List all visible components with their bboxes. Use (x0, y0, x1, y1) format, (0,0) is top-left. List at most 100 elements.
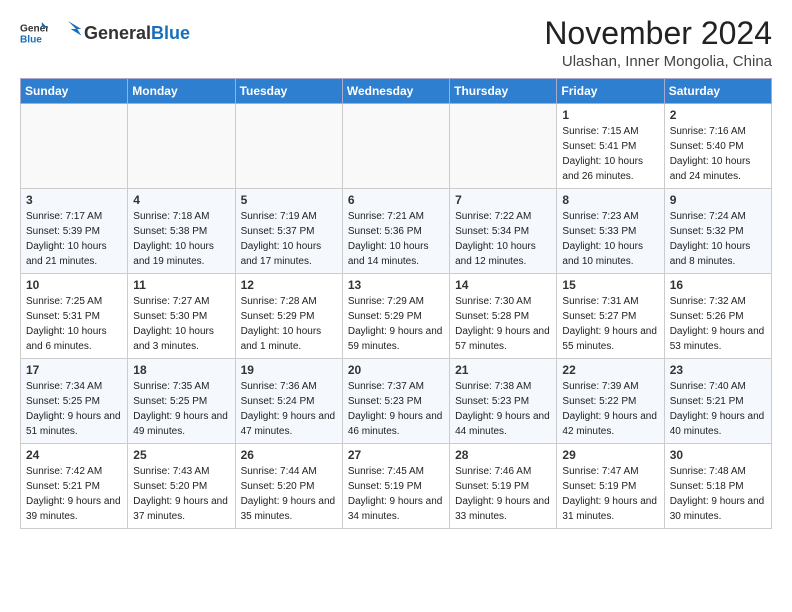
calendar-cell: 15 Sunrise: 7:31 AM Sunset: 5:27 PM Dayli… (557, 274, 664, 359)
weekday-header-saturday: Saturday (664, 79, 771, 104)
calendar-cell: 9 Sunrise: 7:24 AM Sunset: 5:32 PM Daylig… (664, 189, 771, 274)
day-info: Sunrise: 7:42 AM Sunset: 5:21 PM Dayligh… (26, 464, 122, 524)
calendar-week-row: 17Sunrise: 7:34 AM Sunset: 5:25 PM Dayli… (21, 359, 772, 444)
calendar-cell: 16Sunrise: 7:32 AM Sunset: 5:26 PM Dayli… (664, 274, 771, 359)
day-number: 29 (562, 448, 658, 462)
weekday-header-tuesday: Tuesday (235, 79, 342, 104)
day-info: Sunrise: 7:31 AM Sunset: 5:27 PM Dayligh… (562, 294, 658, 354)
day-info: Sunrise: 7:45 AM Sunset: 5:19 PM Dayligh… (348, 464, 444, 524)
day-info: Sunrise: 7:43 AM Sunset: 5:20 PM Dayligh… (133, 464, 229, 524)
calendar-cell (21, 104, 128, 189)
day-info: Sunrise: 7:25 AM Sunset: 5:31 PM Dayligh… (26, 294, 122, 354)
weekday-header-friday: Friday (557, 79, 664, 104)
day-info: Sunrise: 7:30 AM Sunset: 5:28 PM Dayligh… (455, 294, 551, 354)
calendar-cell: 28 Sunrise: 7:46 AM Sunset: 5:19 PM Dayli… (450, 444, 557, 529)
day-info: Sunrise: 7:15 AM Sunset: 5:41 PM Dayligh… (562, 124, 658, 184)
day-info: Sunrise: 7:40 AM Sunset: 5:21 PM Dayligh… (670, 379, 766, 439)
calendar-cell: 5 Sunrise: 7:19 AM Sunset: 5:37 PM Daylig… (235, 189, 342, 274)
day-info: Sunrise: 7:16 AM Sunset: 5:40 PM Dayligh… (670, 124, 766, 184)
location-title: Ulashan, Inner Mongolia, China (544, 53, 772, 70)
day-info: Sunrise: 7:22 AM Sunset: 5:34 PM Dayligh… (455, 209, 551, 269)
day-info: Sunrise: 7:44 AM Sunset: 5:20 PM Dayligh… (241, 464, 337, 524)
calendar-cell: 20 Sunrise: 7:37 AM Sunset: 5:23 PM Dayli… (342, 359, 449, 444)
day-number: 2 (670, 108, 766, 122)
day-number: 26 (241, 448, 337, 462)
day-number: 14 (455, 278, 551, 292)
day-info: Sunrise: 7:23 AM Sunset: 5:33 PM Dayligh… (562, 209, 658, 269)
day-number: 4 (133, 193, 229, 207)
calendar-cell: 6Sunrise: 7:21 AM Sunset: 5:36 PM Daylig… (342, 189, 449, 274)
day-number: 21 (455, 363, 551, 377)
calendar-table: SundayMondayTuesdayWednesdayThursdayFrid… (20, 78, 772, 529)
day-info: Sunrise: 7:38 AM Sunset: 5:23 PM Dayligh… (455, 379, 551, 439)
day-number: 5 (241, 193, 337, 207)
day-number: 6 (348, 193, 444, 207)
logo-bird-icon (52, 16, 84, 50)
title-area: November 2024 Ulashan, Inner Mongolia, C… (544, 16, 772, 70)
calendar-cell: 7Sunrise: 7:22 AM Sunset: 5:34 PM Daylig… (450, 189, 557, 274)
day-info: Sunrise: 7:18 AM Sunset: 5:38 PM Dayligh… (133, 209, 229, 269)
day-number: 23 (670, 363, 766, 377)
calendar-cell: 13 Sunrise: 7:29 AM Sunset: 5:29 PM Dayli… (342, 274, 449, 359)
calendar-cell: 27 Sunrise: 7:45 AM Sunset: 5:19 PM Dayli… (342, 444, 449, 529)
day-number: 13 (348, 278, 444, 292)
calendar-week-row: 10 Sunrise: 7:25 AM Sunset: 5:31 PM Dayli… (21, 274, 772, 359)
calendar-cell: 11 Sunrise: 7:27 AM Sunset: 5:30 PM Dayli… (128, 274, 235, 359)
day-number: 9 (670, 193, 766, 207)
day-info: Sunrise: 7:35 AM Sunset: 5:25 PM Dayligh… (133, 379, 229, 439)
day-number: 15 (562, 278, 658, 292)
calendar-cell: 24 Sunrise: 7:42 AM Sunset: 5:21 PM Dayli… (21, 444, 128, 529)
day-info: Sunrise: 7:24 AM Sunset: 5:32 PM Dayligh… (670, 209, 766, 269)
calendar-cell: 30 Sunrise: 7:48 AM Sunset: 5:18 PM Dayli… (664, 444, 771, 529)
logo-general-text: General (84, 24, 151, 42)
day-info: Sunrise: 7:27 AM Sunset: 5:30 PM Dayligh… (133, 294, 229, 354)
calendar-cell: 2 Sunrise: 7:16 AM Sunset: 5:40 PM Daylig… (664, 104, 771, 189)
calendar-cell: 10 Sunrise: 7:25 AM Sunset: 5:31 PM Dayli… (21, 274, 128, 359)
svg-text:Blue: Blue (20, 34, 42, 45)
calendar-cell (450, 104, 557, 189)
calendar-cell: 26 Sunrise: 7:44 AM Sunset: 5:20 PM Dayli… (235, 444, 342, 529)
day-number: 24 (26, 448, 122, 462)
day-number: 11 (133, 278, 229, 292)
month-title: November 2024 (544, 16, 772, 51)
day-info: Sunrise: 7:19 AM Sunset: 5:37 PM Dayligh… (241, 209, 337, 269)
day-info: Sunrise: 7:39 AM Sunset: 5:22 PM Dayligh… (562, 379, 658, 439)
day-number: 20 (348, 363, 444, 377)
calendar-cell: 21 Sunrise: 7:38 AM Sunset: 5:23 PM Dayli… (450, 359, 557, 444)
calendar-cell: 29 Sunrise: 7:47 AM Sunset: 5:19 PM Dayli… (557, 444, 664, 529)
calendar-cell: 22 Sunrise: 7:39 AM Sunset: 5:22 PM Dayli… (557, 359, 664, 444)
day-number: 1 (562, 108, 658, 122)
day-number: 8 (562, 193, 658, 207)
day-number: 27 (348, 448, 444, 462)
day-number: 22 (562, 363, 658, 377)
day-number: 18 (133, 363, 229, 377)
day-number: 28 (455, 448, 551, 462)
day-number: 10 (26, 278, 122, 292)
day-info: Sunrise: 7:28 AM Sunset: 5:29 PM Dayligh… (241, 294, 337, 354)
logo: General Blue General Blue (20, 16, 190, 50)
day-number: 25 (133, 448, 229, 462)
logo-icon: General Blue (20, 19, 48, 47)
weekday-header-sunday: Sunday (21, 79, 128, 104)
day-number: 30 (670, 448, 766, 462)
day-info: Sunrise: 7:46 AM Sunset: 5:19 PM Dayligh… (455, 464, 551, 524)
calendar-week-row: 1 Sunrise: 7:15 AM Sunset: 5:41 PM Daylig… (21, 104, 772, 189)
calendar-cell (342, 104, 449, 189)
calendar-cell: 4 Sunrise: 7:18 AM Sunset: 5:38 PM Daylig… (128, 189, 235, 274)
page-header: General Blue General Blue November 2024 … (20, 16, 772, 70)
calendar-cell: 19Sunrise: 7:36 AM Sunset: 5:24 PM Dayli… (235, 359, 342, 444)
weekday-header-wednesday: Wednesday (342, 79, 449, 104)
day-info: Sunrise: 7:29 AM Sunset: 5:29 PM Dayligh… (348, 294, 444, 354)
day-info: Sunrise: 7:17 AM Sunset: 5:39 PM Dayligh… (26, 209, 122, 269)
calendar-cell (128, 104, 235, 189)
calendar-cell: 14 Sunrise: 7:30 AM Sunset: 5:28 PM Dayli… (450, 274, 557, 359)
day-info: Sunrise: 7:48 AM Sunset: 5:18 PM Dayligh… (670, 464, 766, 524)
day-number: 12 (241, 278, 337, 292)
calendar-cell: 8 Sunrise: 7:23 AM Sunset: 5:33 PM Daylig… (557, 189, 664, 274)
day-info: Sunrise: 7:47 AM Sunset: 5:19 PM Dayligh… (562, 464, 658, 524)
calendar-cell: 3Sunrise: 7:17 AM Sunset: 5:39 PM Daylig… (21, 189, 128, 274)
day-number: 17 (26, 363, 122, 377)
calendar-week-row: 3Sunrise: 7:17 AM Sunset: 5:39 PM Daylig… (21, 189, 772, 274)
logo-blue-text: Blue (151, 24, 190, 42)
day-info: Sunrise: 7:37 AM Sunset: 5:23 PM Dayligh… (348, 379, 444, 439)
